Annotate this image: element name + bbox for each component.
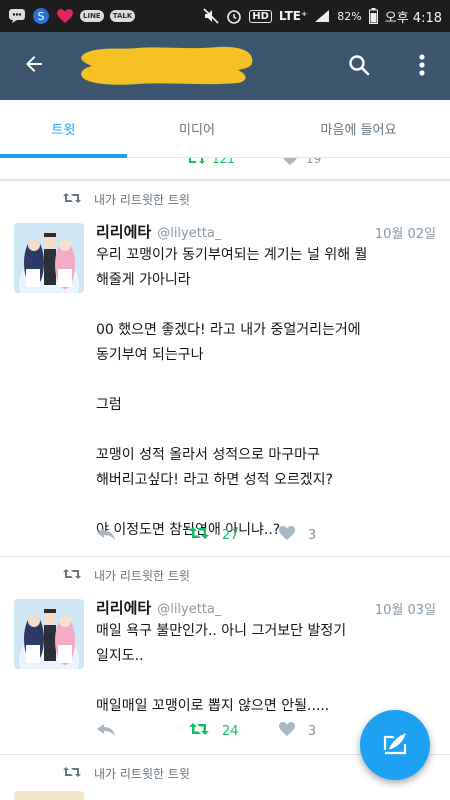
tweet-text-line [96, 293, 436, 318]
talk-app-icon: TALK [109, 10, 136, 22]
retweet-icon [186, 158, 206, 169]
retweet-icon [188, 721, 210, 741]
tweet-text-line: 00 했으면 좋겠다! 라고 내가 중얼거리는거에 [96, 322, 361, 338]
heart-icon [282, 158, 298, 169]
compose-quill-icon [380, 728, 410, 762]
tweet-text-line [96, 493, 436, 518]
author-name[interactable]: 리리에타 [96, 221, 151, 242]
tweet-text-line: 동기부여 되는구나 [96, 347, 204, 363]
author-handle[interactable]: @lilyetta_ [157, 226, 221, 241]
like-button[interactable]: 3 [278, 721, 316, 741]
alarm-icon [226, 8, 242, 24]
tweet-text-line [96, 368, 436, 393]
reply-icon [96, 525, 116, 545]
retweet-context-label: 내가 리트윗한 트윗 [94, 767, 190, 781]
clock: 오후 4:18 [384, 10, 442, 26]
tweet-header: 리리에타 @lilyetta_ [96, 597, 221, 618]
previous-retweet-count: 121 [212, 158, 235, 166]
retweet-context: 내가 리트윗한 트윗 [62, 567, 190, 584]
heart-icon [278, 525, 296, 545]
retweet-context: 내가 리트윗한 트윗 [62, 191, 190, 208]
previous-tweet-actions: 121 19 [0, 158, 450, 180]
like-button[interactable]: 3 [278, 525, 316, 545]
retweet-context: 내가 리트윗한 트윗 [62, 765, 190, 782]
reply-button[interactable] [96, 525, 188, 545]
battery-percent: 82% [337, 9, 362, 23]
retweet-button[interactable]: 24 [188, 721, 278, 741]
retweet-icon [62, 191, 82, 208]
samsung-s-icon: S [32, 7, 50, 25]
battery-icon [368, 8, 378, 24]
hd-voice-icon: HD [249, 9, 272, 23]
tweet-text-line: 일지도.. [96, 648, 144, 664]
tweet-text: 우리 꼬맹이가 동기부여되는 계기는 널 위해 뭘 해줄게 가아니라 00 했으… [96, 243, 436, 543]
screen: S LINE TALK HD LTE⁺ 82% 오후 4:18 트윗 미디어 마… [0, 0, 450, 800]
lte-icon: LTE⁺ [278, 9, 308, 23]
back-button[interactable] [6, 32, 62, 100]
tweet-header: 리리에타 @lilyetta_ [96, 221, 221, 242]
retweet-icon [188, 525, 210, 545]
svg-text:S: S [38, 10, 45, 23]
retweet-count: 24 [222, 723, 239, 739]
tweet-text-line: 매일 욕구 불만인가.. 아니 그거보단 발정기 [96, 623, 347, 639]
author-handle[interactable]: @lilyetta_ [157, 602, 221, 617]
tweet-actions: 27 3 [96, 523, 416, 547]
timeline[interactable]: 121 19 내가 리트윗한 트윗 리리에타 @lilyetta_ 10월 02… [0, 158, 450, 800]
more-vertical-icon [418, 53, 426, 81]
signal-icon [314, 9, 330, 23]
retweet-icon [62, 567, 82, 584]
tweet-date: 10월 02일 [374, 227, 436, 242]
search-icon [347, 53, 371, 81]
tweet[interactable]: 내가 리트윗한 트윗 리리에타 @ [0, 180, 450, 548]
retweet-icon [62, 765, 82, 782]
reply-icon [96, 721, 116, 741]
tweet-text-line: 꼬맹이 성적 올라서 성적으로 마구마구 [96, 447, 320, 463]
heart-icon [278, 721, 296, 741]
tab-media[interactable]: 미디어 [127, 100, 267, 157]
retweet-context-label: 내가 리트윗한 트윗 [94, 193, 190, 207]
tab-tweets[interactable]: 트윗 [0, 100, 127, 157]
avatar[interactable] [14, 223, 84, 293]
mute-icon [203, 8, 219, 24]
retweet-context-label: 내가 리트윗한 트윗 [94, 569, 190, 583]
compose-tweet-button[interactable] [360, 710, 430, 780]
retweet-count: 27 [222, 527, 239, 543]
author-name[interactable]: 리리에타 [96, 597, 151, 618]
tweet-text-line: 우리 꼬맹이가 동기부여되는 계기는 널 위해 뭘 [96, 247, 368, 263]
line-app-icon: LINE [80, 10, 104, 22]
tweet-text-line [96, 669, 436, 694]
status-bar: S LINE TALK HD LTE⁺ 82% 오후 4:18 [0, 0, 450, 32]
tweet-date: 10월 03일 [374, 603, 436, 618]
previous-like-count: 19 [306, 158, 322, 166]
tweet-text-line: 해줄게 가아니라 [96, 272, 191, 288]
tab-likes[interactable]: 마음에 들어요 [267, 100, 450, 157]
avatar[interactable] [14, 599, 84, 669]
redacted-profile-title [78, 44, 256, 86]
reply-button[interactable] [96, 721, 188, 741]
tweet-text-line: 해버리고싶다! 라고 하면 성적 오르겠지? [96, 472, 333, 488]
profile-tabs: 트윗 미디어 마음에 들어요 [0, 100, 450, 158]
heart-icon [56, 8, 74, 24]
search-button[interactable] [338, 46, 380, 88]
app-bar [0, 32, 450, 100]
overflow-menu-button[interactable] [404, 46, 440, 88]
tweet-text: 매일 욕구 불만인가.. 아니 그거보단 발정기 일지도.. 매일매일 꼬맹이로… [96, 619, 436, 719]
retweet-button[interactable]: 27 [188, 525, 278, 545]
tweet-text-line [96, 418, 436, 443]
avatar[interactable] [14, 791, 84, 800]
back-arrow-icon [22, 52, 46, 80]
like-count: 3 [308, 723, 317, 739]
message-icon [8, 8, 26, 24]
tweet-text-line: 그럼 [96, 397, 122, 413]
like-count: 3 [308, 527, 317, 543]
